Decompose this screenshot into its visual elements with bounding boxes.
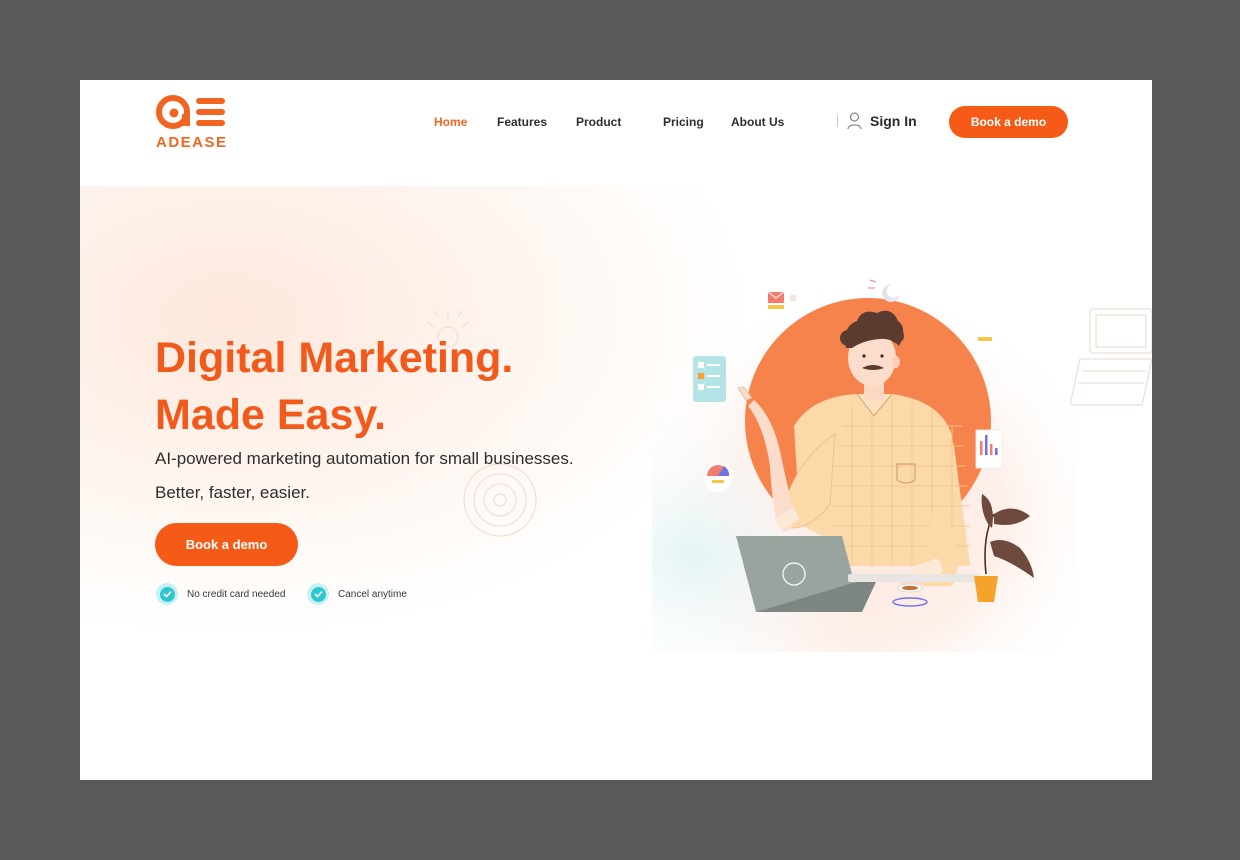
sign-in-link[interactable]: Sign In bbox=[847, 112, 917, 130]
hero-subtitle: AI-powered marketing automation for smal… bbox=[155, 449, 574, 468]
check-icon bbox=[156, 583, 178, 605]
decorative-laptop-outline-icon bbox=[1070, 308, 1152, 406]
checklist-card bbox=[693, 356, 726, 402]
perk-label: No credit card needed bbox=[187, 588, 286, 600]
hero-title: Digital Marketing. Made Easy. bbox=[155, 330, 513, 444]
check-icon bbox=[307, 583, 329, 605]
hero-illustration bbox=[652, 266, 1077, 652]
hero-title-line-2: Made Easy. bbox=[155, 391, 387, 439]
nav-about-us[interactable]: About Us bbox=[731, 115, 784, 129]
pie-card bbox=[704, 464, 732, 492]
nav-pricing[interactable]: Pricing bbox=[663, 115, 704, 129]
nav-features[interactable]: Features bbox=[497, 115, 547, 129]
bar-chart-card bbox=[975, 429, 1003, 469]
brand-logo[interactable]: ADEASE bbox=[156, 94, 228, 151]
perk-cancel-anytime: Cancel anytime bbox=[307, 583, 407, 605]
brand-logo-mark bbox=[156, 95, 225, 129]
perk-label: Cancel anytime bbox=[338, 588, 407, 600]
nav-product[interactable]: Product bbox=[576, 115, 621, 129]
sign-in-label: Sign In bbox=[870, 113, 917, 129]
user-icon bbox=[847, 112, 862, 130]
perk-no-credit-card: No credit card needed bbox=[156, 583, 285, 605]
brand-name: ADEASE bbox=[156, 134, 228, 151]
nav-home[interactable]: Home bbox=[434, 115, 467, 129]
tag-card bbox=[972, 334, 1002, 354]
nav-divider bbox=[837, 115, 838, 127]
hero-book-demo-button[interactable]: Book a demo bbox=[155, 523, 298, 566]
hero-title-line-1: Digital Marketing. bbox=[155, 334, 514, 382]
decorative-target-icon bbox=[463, 463, 537, 537]
header-book-demo-button[interactable]: Book a demo bbox=[949, 106, 1068, 138]
landing-page: ADEASE Home Features Product Pricing Abo… bbox=[80, 80, 1152, 780]
hero-tagline: Better, faster, easier. bbox=[155, 483, 310, 502]
